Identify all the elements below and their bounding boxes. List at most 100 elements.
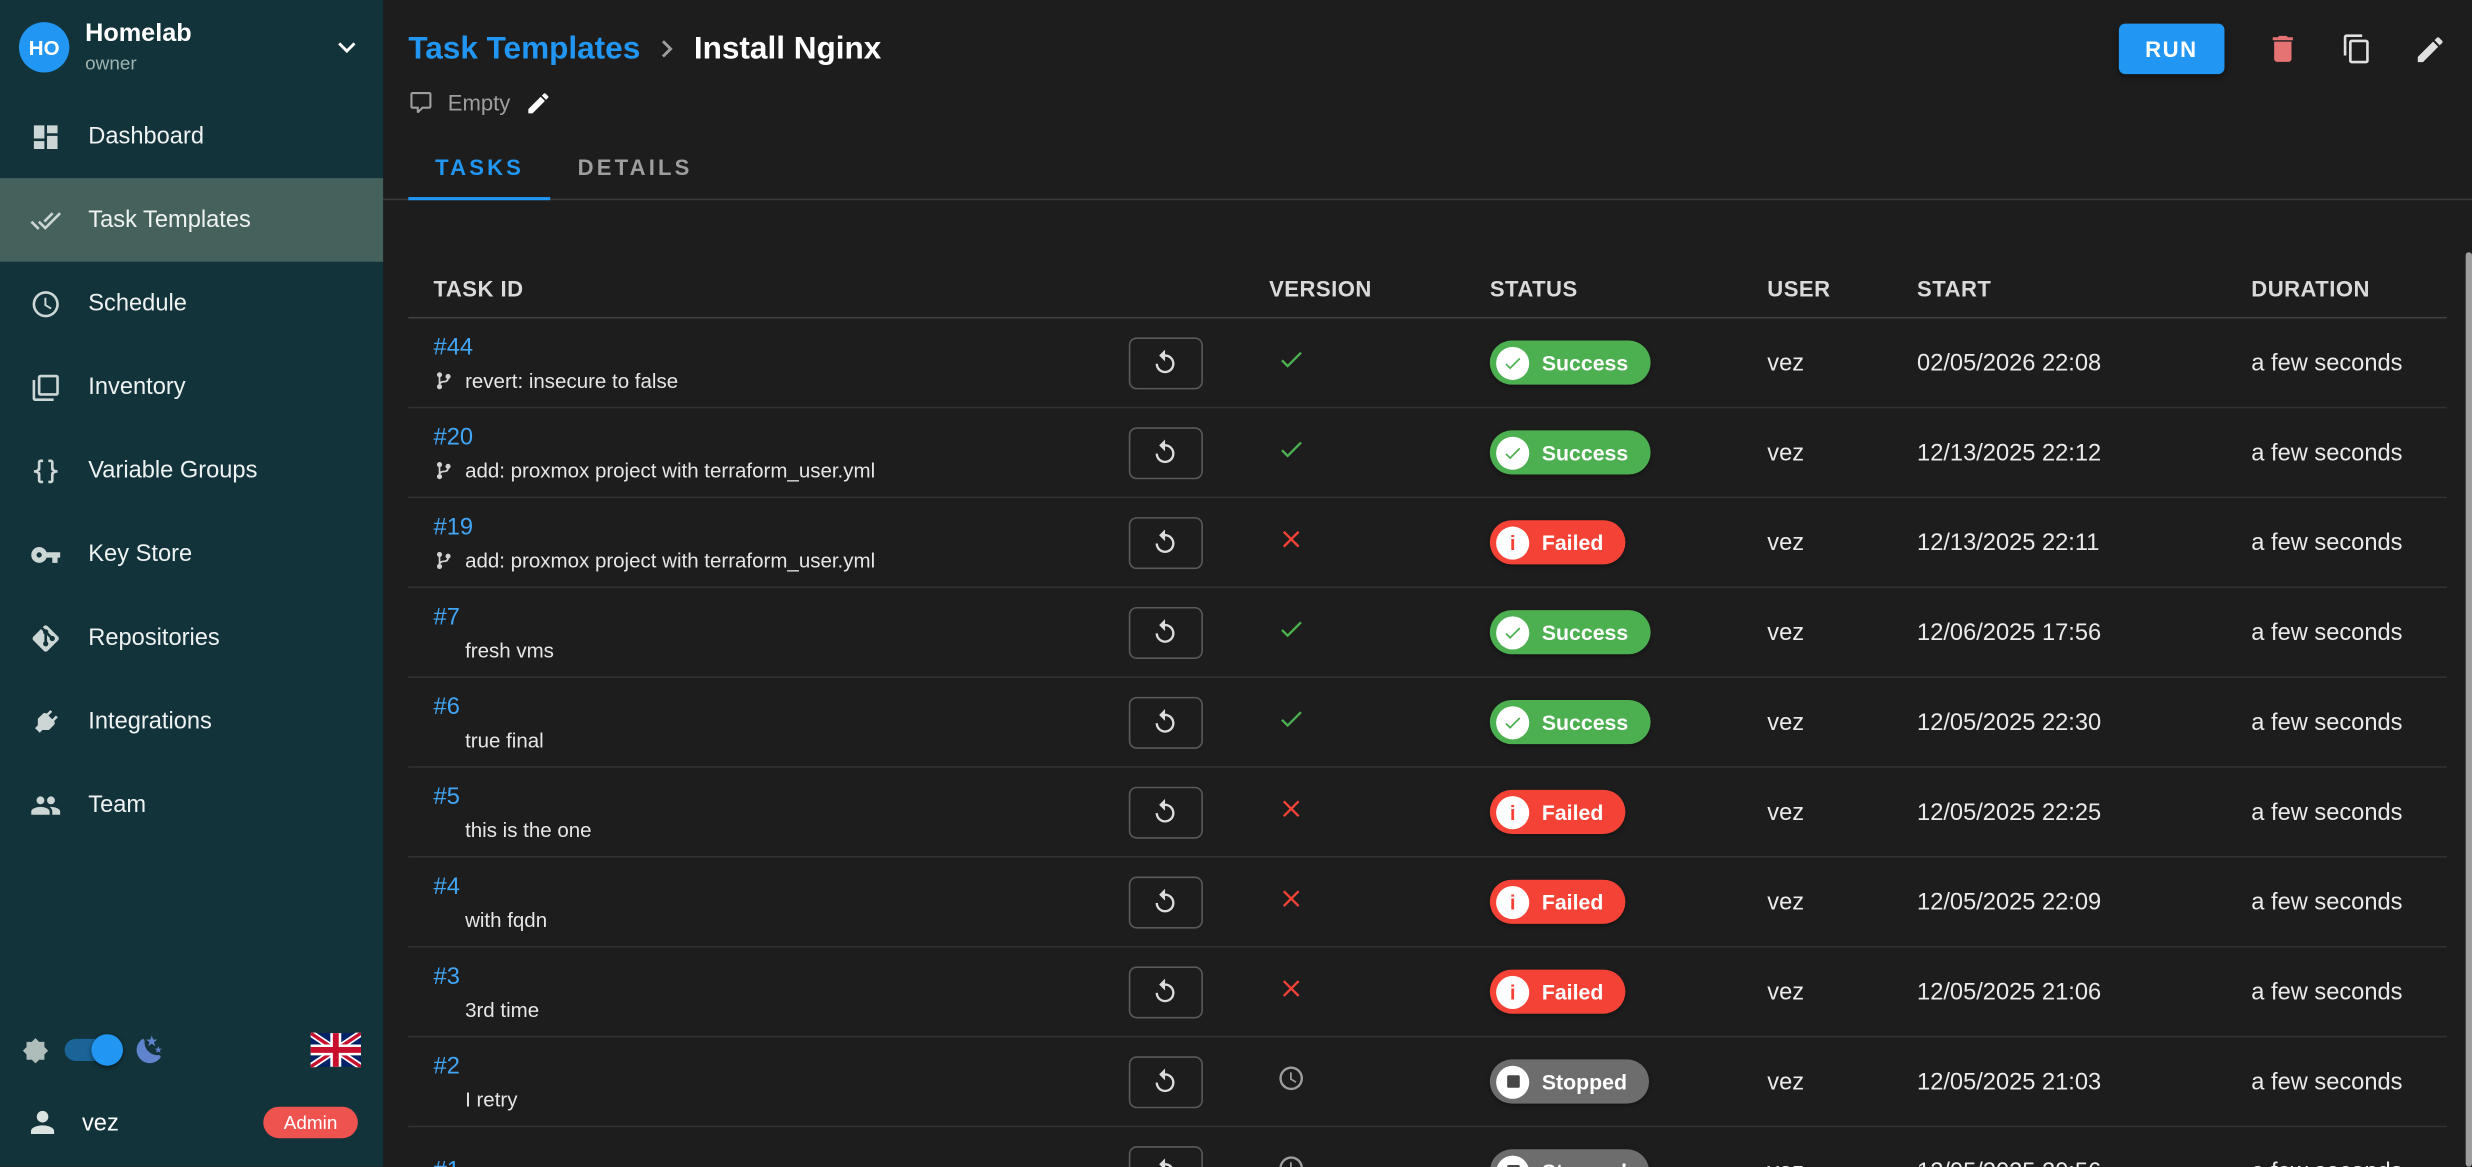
task-message: revert: insecure to false: [465, 368, 678, 392]
tab-details[interactable]: DETAILS: [551, 136, 719, 199]
status-badge-icon: [1496, 436, 1529, 469]
task-message-row: true final: [434, 728, 1087, 752]
sidebar-item-dashboard[interactable]: Dashboard: [0, 95, 383, 179]
task-id-link[interactable]: #20: [434, 423, 473, 450]
status-label: Failed: [1542, 890, 1604, 914]
table-row: #19 add: proxmox project with terraform_…: [408, 498, 2446, 588]
scrollbar[interactable]: [2466, 252, 2472, 1166]
edit-template-button[interactable]: [2414, 32, 2447, 65]
column-header-start: START: [1892, 276, 2226, 301]
user-menu[interactable]: vez Admin: [0, 1091, 383, 1167]
breadcrumb-task-templates-link[interactable]: Task Templates: [408, 31, 640, 67]
task-id-link[interactable]: #19: [434, 513, 473, 540]
rerun-button[interactable]: [1128, 966, 1202, 1018]
task-duration: a few seconds: [2226, 439, 2447, 466]
dark-mode-toggle[interactable]: [65, 1039, 119, 1061]
sidebar-item-inventory[interactable]: Inventory: [0, 345, 383, 429]
rerun-button[interactable]: [1128, 786, 1202, 838]
task-id-link[interactable]: #4: [434, 873, 460, 900]
delete-button[interactable]: [2265, 32, 2300, 67]
task-id-link[interactable]: #6: [434, 693, 460, 720]
copy-button[interactable]: [2341, 33, 2373, 65]
sidebar-item-variable-groups[interactable]: Variable Groups: [0, 429, 383, 513]
rerun-button[interactable]: [1128, 696, 1202, 748]
task-user: vez: [1742, 529, 1892, 556]
rerun-button[interactable]: [1128, 876, 1202, 928]
project-selector[interactable]: HO Homelab owner: [0, 0, 383, 95]
sidebar-bottom: vez Admin: [0, 1009, 383, 1167]
status-badge[interactable]: Success: [1490, 610, 1650, 654]
sidebar-item-team[interactable]: Team: [0, 763, 383, 847]
rerun-button[interactable]: [1128, 1145, 1202, 1167]
trash-icon: [2265, 32, 2300, 67]
comment-icon: [434, 909, 454, 929]
status-badge[interactable]: Success: [1490, 341, 1650, 385]
task-message-row: fresh vms: [434, 638, 1087, 662]
task-message: fresh vms: [465, 638, 554, 662]
project-avatar: HO: [19, 22, 69, 72]
sidebar-item-label: Dashboard: [88, 123, 204, 150]
status-badge[interactable]: i Failed: [1490, 790, 1626, 834]
status-label: Stopped: [1542, 1160, 1627, 1167]
page-title: Install Nginx: [694, 31, 881, 67]
task-id-link[interactable]: #3: [434, 962, 460, 989]
task-id-link[interactable]: #1: [434, 1157, 460, 1167]
task-user: vez: [1742, 978, 1892, 1005]
template-description: Empty: [448, 90, 511, 115]
pencil-icon: [524, 89, 551, 116]
edit-description-button[interactable]: [524, 89, 551, 116]
app-root: HO Homelab owner Dashboard Task Template…: [0, 0, 2472, 1167]
status-badge[interactable]: i Failed: [1490, 520, 1626, 564]
task-start: 12/05/2025 20:56: [1892, 1158, 2226, 1167]
rerun-button[interactable]: [1128, 516, 1202, 568]
table-header: TASK ID VERSION STATUS USER START DURATI…: [408, 260, 2446, 318]
main-content: Task Templates Install Nginx RUN Empty T…: [383, 0, 2472, 1167]
status-badge[interactable]: Success: [1490, 430, 1650, 474]
task-duration: a few seconds: [2226, 978, 2447, 1005]
project-role: owner: [85, 52, 329, 74]
sidebar-item-label: Integrations: [88, 708, 212, 735]
pencil-icon: [2414, 32, 2447, 65]
rerun-button[interactable]: [1128, 337, 1202, 389]
uk-flag-icon[interactable]: [311, 1033, 361, 1068]
sidebar-item-label: Task Templates: [88, 207, 251, 234]
task-duration: a few seconds: [2226, 888, 2447, 915]
sidebar-item-label: Key Store: [88, 541, 192, 568]
task-message: true final: [465, 728, 544, 752]
status-label: Failed: [1542, 800, 1604, 824]
comment-icon: [434, 639, 454, 659]
status-badge[interactable]: i Failed: [1490, 880, 1626, 924]
rerun-button[interactable]: [1128, 1055, 1202, 1107]
task-id-link[interactable]: #7: [434, 603, 460, 630]
sidebar-item-schedule[interactable]: Schedule: [0, 262, 383, 346]
comment-icon: [434, 1089, 454, 1109]
rerun-button[interactable]: [1128, 426, 1202, 478]
tab-tasks[interactable]: TASKS: [408, 136, 551, 199]
task-id-link[interactable]: #44: [434, 333, 473, 360]
task-user: vez: [1742, 439, 1892, 466]
rerun-button[interactable]: [1128, 606, 1202, 658]
sidebar-item-task-templates[interactable]: Task Templates: [0, 178, 383, 262]
version-status-icon: [1269, 1063, 1305, 1091]
version-status-icon: [1269, 794, 1305, 822]
status-badge-icon: i: [1496, 526, 1529, 559]
tab-bar: TASKS DETAILS: [383, 136, 2472, 201]
sidebar-item-key-store[interactable]: Key Store: [0, 512, 383, 596]
status-badge[interactable]: Stopped: [1490, 1059, 1649, 1103]
task-id-link[interactable]: #5: [434, 783, 460, 810]
status-badge[interactable]: i Failed: [1490, 970, 1626, 1014]
status-badge[interactable]: Success: [1490, 700, 1650, 744]
table-row: #6 true final Success vez 12/05/2025 22:…: [408, 678, 2446, 768]
sidebar-menu: Dashboard Task Templates Schedule Invent…: [0, 95, 383, 847]
sidebar-item-repositories[interactable]: Repositories: [0, 596, 383, 680]
chevron-down-icon[interactable]: [329, 30, 364, 65]
status-label: Success: [1542, 351, 1628, 375]
table-row: #3 3rd time i Failed vez 12/05/2025 21:0…: [408, 947, 2446, 1037]
task-id-link[interactable]: #2: [434, 1052, 460, 1079]
chevron-right-icon: [650, 32, 685, 67]
sidebar-item-integrations[interactable]: Integrations: [0, 679, 383, 763]
status-label: Stopped: [1542, 1070, 1627, 1094]
run-button[interactable]: RUN: [2118, 24, 2224, 74]
task-message-row: add: proxmox project with terraform_user…: [434, 548, 1087, 572]
status-badge[interactable]: Stopped: [1490, 1149, 1649, 1167]
